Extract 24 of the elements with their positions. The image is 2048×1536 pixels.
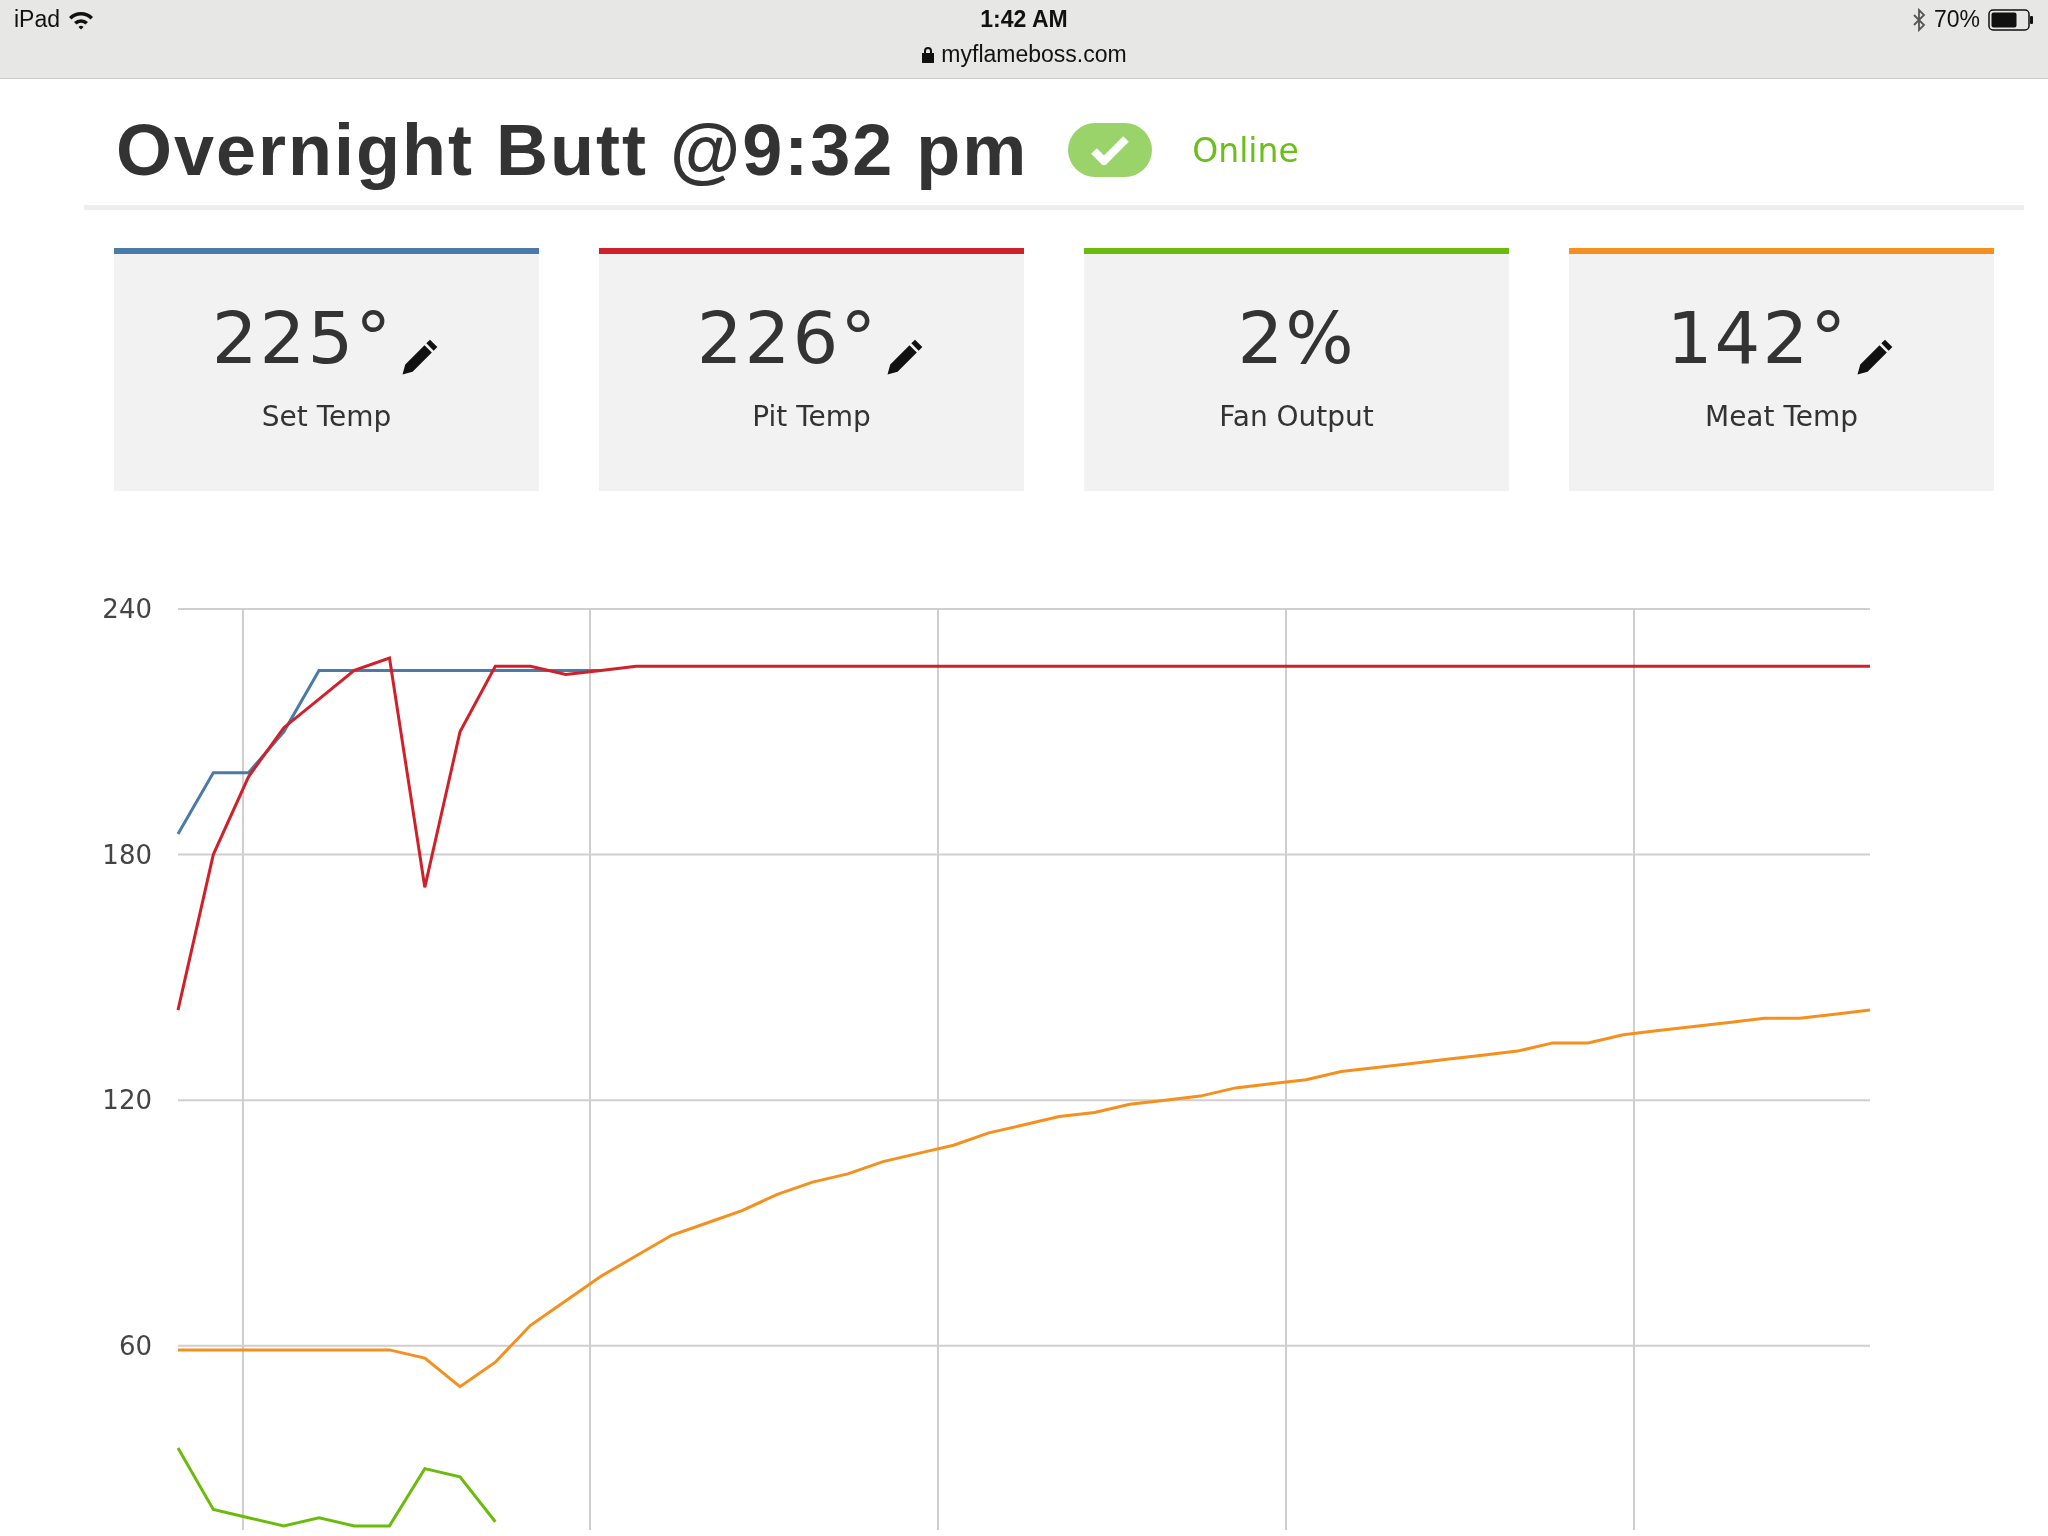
bluetooth-icon (1911, 7, 1926, 32)
stat-label: Pit Temp (752, 400, 871, 433)
stat-value: 142° (1666, 302, 1849, 374)
stat-value: 2% (1237, 302, 1356, 374)
stat-value: 226° (696, 302, 879, 374)
connection-status: Online (1192, 130, 1299, 170)
battery-percent: 70% (1933, 6, 1980, 33)
online-toggle[interactable] (1068, 123, 1153, 177)
y-tick-label: 60 (118, 1330, 152, 1361)
y-tick-label: 240 (102, 594, 152, 624)
page-title: Overnight Butt @9:32 pm (116, 109, 1029, 191)
stat-value: 225° (211, 302, 394, 374)
battery-icon (1988, 8, 2034, 31)
device-name: iPad (14, 6, 61, 33)
y-tick-label: 180 (102, 839, 152, 870)
stat-label: Meat Temp (1704, 400, 1858, 433)
wifi-icon (68, 9, 95, 30)
stat-label: Set Temp (261, 400, 392, 433)
check-icon (1090, 135, 1131, 165)
lock-icon (921, 46, 936, 63)
y-tick-label: 120 (102, 1085, 152, 1116)
stat-label: Fan Output (1219, 400, 1374, 433)
clock: 1:42 AM (980, 6, 1068, 33)
address-bar[interactable]: myflameboss.com (941, 41, 1127, 68)
